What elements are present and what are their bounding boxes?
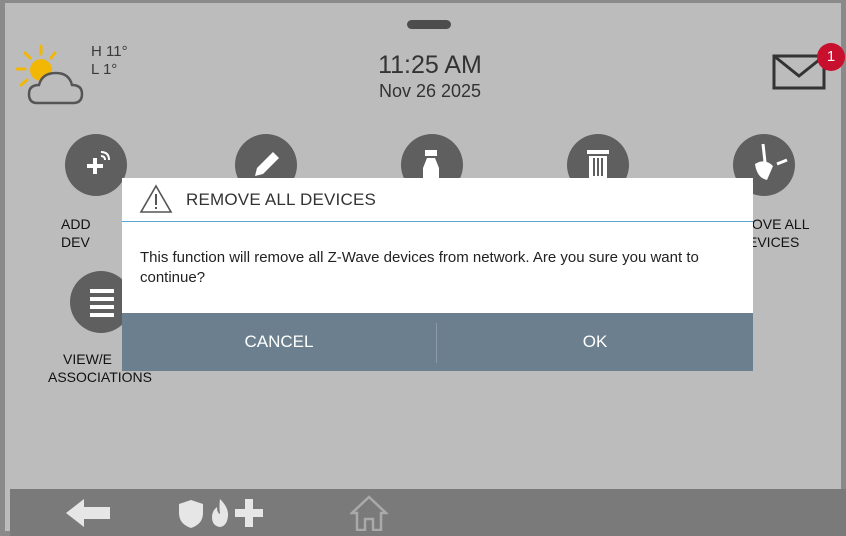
warning-icon bbox=[139, 184, 173, 213]
pull-down-handle[interactable] bbox=[407, 20, 451, 29]
temperature-high: H 11° bbox=[91, 43, 128, 60]
temperature-low: L 1° bbox=[91, 61, 118, 78]
temperature-readout: H 11° L 1° bbox=[91, 43, 128, 79]
dialog-message: This function will remove all Z-Wave dev… bbox=[140, 249, 699, 286]
shield-icon[interactable] bbox=[178, 499, 204, 529]
plus-wireless-icon bbox=[87, 151, 110, 174]
dialog-header: REMOVE ALL DEVICES bbox=[122, 178, 753, 222]
medical-cross-icon[interactable] bbox=[235, 499, 263, 527]
ok-button[interactable]: OK bbox=[437, 313, 753, 371]
add-devices-label: ADD DEV bbox=[61, 216, 91, 250]
cancel-button[interactable]: CANCEL bbox=[122, 313, 436, 371]
clock-time: 11:25 AM bbox=[378, 51, 482, 79]
home-icon[interactable] bbox=[350, 495, 388, 531]
dialog-button-bar: CANCEL OK bbox=[122, 313, 753, 371]
screen-frame: H 11° L 1° 11:25 AM Nov 26 2025 1 ADD DE… bbox=[0, 0, 846, 536]
partly-cloudy-icon[interactable] bbox=[15, 43, 95, 111]
footer-bar bbox=[10, 489, 846, 536]
clock-date: Nov 26 2025 bbox=[378, 81, 482, 101]
clock: 11:25 AM Nov 26 2025 bbox=[315, 51, 545, 103]
remove-all-devices-label: IOVE ALL EVICES bbox=[748, 216, 810, 250]
back-arrow-icon[interactable] bbox=[66, 499, 112, 527]
dialog-title: REMOVE ALL DEVICES bbox=[186, 190, 377, 209]
fire-icon[interactable] bbox=[209, 498, 231, 528]
remove-all-devices-dialog: REMOVE ALL DEVICES This function will re… bbox=[122, 178, 753, 371]
message-count-badge: 1 bbox=[817, 43, 845, 71]
add-devices-button[interactable] bbox=[65, 134, 127, 196]
